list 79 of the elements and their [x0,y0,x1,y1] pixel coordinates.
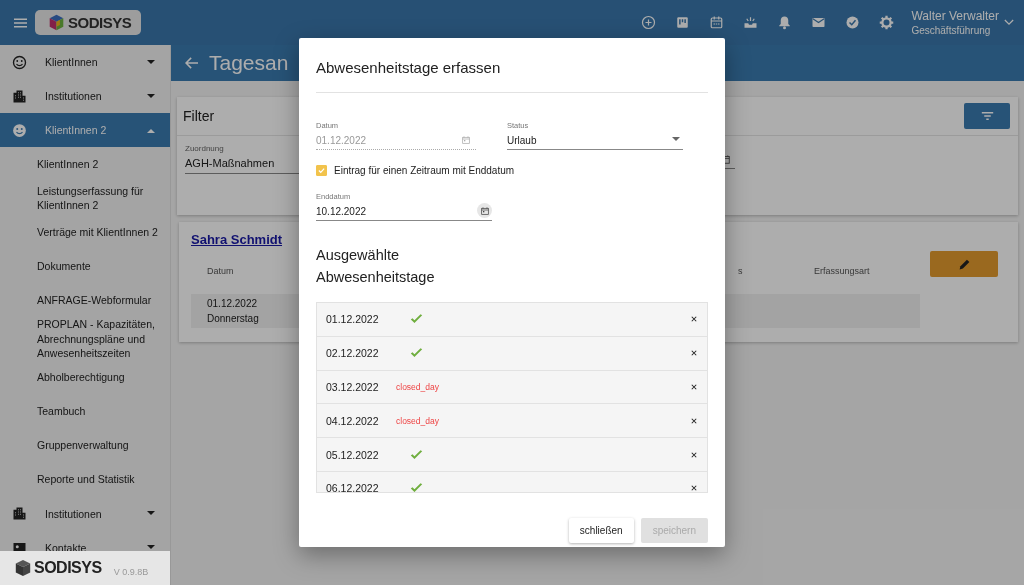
column-header: s [738,266,744,276]
sidebar-subitem[interactable]: Abholberechtigung [0,360,170,395]
dropdown-arrow-icon [672,137,680,141]
check-icon [410,314,423,325]
sidebar-item[interactable]: KlientInnen [0,45,170,79]
bell-icon[interactable] [776,15,792,30]
pencil-icon [957,257,971,271]
logo[interactable]: SODISYS [35,10,142,35]
check-circle-icon[interactable] [844,15,860,30]
calendar-icon [462,136,470,144]
table-cell-text: 01.12.2022 Donnerstag [207,297,259,326]
dialog-title: Abwesenheitstage erfassen [316,59,502,76]
status-text: closed_day [396,415,439,426]
status-text: closed_day [396,382,439,392]
calendar-button[interactable] [477,203,492,218]
sidebar-subitem[interactable]: Reporte und Statistik [0,462,170,497]
day-date: 06.12.2022 [326,482,380,492]
sidebar-subitem[interactable]: Teambuch [0,394,170,429]
calendar-icon [480,206,489,215]
settings-icon[interactable] [878,15,894,30]
close-icon[interactable] [691,316,697,323]
close-icon[interactable] [691,384,697,390]
sidebar-subitem[interactable]: Verträge mit KlientInnen 2 [0,215,170,249]
footer-logo: SODISYS [34,559,102,577]
sidebar-subitem[interactable]: ANFRAGE-Webformular [0,283,170,317]
chevron-down-icon[interactable] [1004,19,1014,26]
day-date: 02.12.2022 [326,347,380,360]
sidebar-item[interactable]: Institutionen [0,496,170,531]
contact-card-icon [12,540,27,551]
sidebar-subitem[interactable]: PROPLAN - Kapazitäten, Abrechnungspläne und Anwesenheitszeiten [0,317,170,361]
check-icon [410,449,423,460]
user-role: Geschäftsführung [911,25,992,36]
back-arrow-icon[interactable] [185,57,199,69]
column-header: Erfassungsart [814,266,870,276]
caret-icon [147,93,155,99]
dialog-button[interactable]: schließen [568,518,634,543]
smiley-icon [12,54,27,70]
sidebar-subitem[interactable]: Gruppenverwaltung [0,428,170,463]
caret-icon [147,511,155,516]
checkbox[interactable] [316,165,327,176]
sidebar-subitem[interactable]: Dokumente [0,249,170,283]
edit-button[interactable] [930,251,998,277]
logo-text: SODISYS [68,14,132,31]
menu-icon[interactable] [14,17,27,28]
check-icon [410,348,423,359]
cube-icon [48,14,65,31]
client-name-link[interactable]: Sahra Schmidt [191,232,283,247]
mail-icon[interactable] [810,15,826,30]
day-date: 05.12.2022 [326,448,380,461]
close-icon[interactable] [691,350,697,357]
sidebar-item[interactable]: KlientInnen 2 [0,113,170,147]
close-icon[interactable] [691,451,697,458]
sidebar-subitem[interactable]: KlientInnen 2 [0,147,170,181]
day-date: 01.12.2022 [326,313,380,326]
check-icon [410,483,423,492]
column-header: Datum [207,266,235,276]
version-text: V 0.9.8B [113,567,149,577]
cube-icon [14,559,32,577]
building-icon [12,506,27,521]
caret-icon [147,127,155,133]
inbox-icon[interactable] [742,15,758,30]
close-icon[interactable] [691,417,697,424]
filter-button[interactable] [964,103,1010,129]
sidebar-item[interactable]: Institutionen [0,79,170,113]
smiley-icon [12,122,27,138]
add-icon[interactable] [640,15,656,30]
sidebar-subitem[interactable]: Leistungserfassung für KlientInnen 2 [0,181,170,215]
close-icon[interactable] [691,485,697,492]
section-heading: Ausgewählte Abwesenheitstage [316,246,436,287]
filter-icon [980,111,994,121]
sidebar-item[interactable]: Kontakte [0,530,170,551]
page-title: Tagesan [209,51,289,75]
filter-title: Filter [183,108,215,124]
user-name[interactable]: Walter Verwalter [911,9,999,23]
board-icon[interactable] [674,15,690,30]
calendar-icon[interactable] [708,15,724,30]
caret-icon [147,59,155,65]
building-icon [12,88,27,104]
checkbox-label[interactable]: Eintrag für einen Zeitraum mit Enddatum [334,165,515,176]
